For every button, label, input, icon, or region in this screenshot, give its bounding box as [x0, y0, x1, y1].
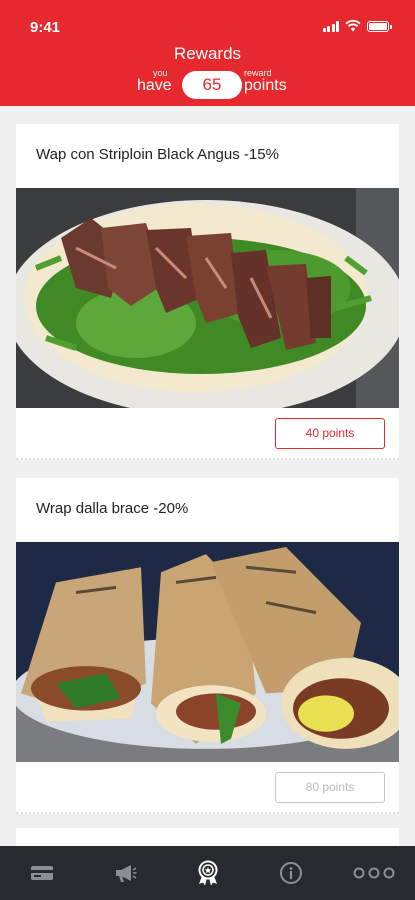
status-icons	[322, 20, 392, 32]
rewards-list[interactable]: Wap con Striploin Black Angus -15% 40 po…	[0, 106, 415, 846]
reward-card[interactable]: Wrap dalla brace -20% 80 points	[16, 478, 399, 814]
card-icon	[30, 866, 53, 880]
battery-icon	[367, 20, 392, 32]
reward-title: Wrap dalla brace -20%	[36, 500, 189, 517]
tab-info[interactable]	[249, 846, 332, 900]
header: 9:41 Rewards you have 65 reward points	[0, 0, 415, 106]
tab-news[interactable]	[83, 846, 166, 900]
points-summary: you have 65 reward points	[0, 68, 415, 100]
signal-icon	[322, 20, 339, 32]
reward-card[interactable]: Wap con Striploin Black Angus -15% 40 po…	[16, 124, 399, 460]
award-icon	[198, 860, 217, 886]
redeem-button[interactable]: 80 points	[275, 772, 385, 803]
redeem-button[interactable]: 40 points	[275, 418, 385, 449]
reward-footer: 80 points	[16, 762, 399, 814]
reward-card[interactable]	[16, 828, 399, 846]
have-label: have	[137, 77, 172, 94]
status-bar: 9:41	[0, 0, 415, 44]
reward-title: Wap con Striploin Black Angus -15%	[36, 146, 279, 163]
tab-rewards[interactable]	[166, 846, 249, 900]
tab-card[interactable]	[0, 846, 83, 900]
megaphone-icon	[115, 865, 136, 882]
status-time: 9:41	[30, 19, 61, 36]
more-icon	[353, 867, 394, 879]
reward-footer: 40 points	[16, 408, 399, 460]
grilled-wraps-photo	[16, 542, 399, 762]
steak-wrap-photo	[16, 188, 399, 408]
tab-bar	[0, 846, 415, 900]
wifi-icon	[345, 20, 361, 32]
points-label: points	[244, 77, 287, 94]
page-title: Rewards	[173, 44, 242, 63]
points-balance: 65	[182, 71, 242, 99]
tab-more[interactable]	[332, 846, 415, 900]
info-icon	[279, 862, 302, 884]
